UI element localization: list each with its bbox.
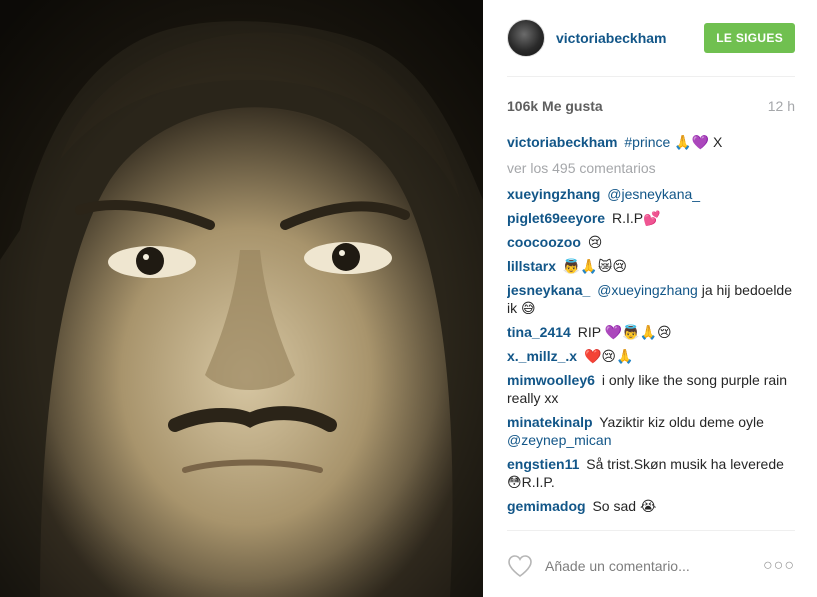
- comment-text: So sad 😭: [592, 498, 657, 514]
- comment-username[interactable]: xueyingzhang: [507, 186, 600, 202]
- post-header: victoriabeckham LE SIGUES: [507, 16, 795, 60]
- footer-divider: [507, 530, 795, 531]
- comment-mention[interactable]: @xueyingzhang: [597, 282, 698, 298]
- comment-username[interactable]: x._millz_.x: [507, 348, 577, 364]
- comment-username[interactable]: engstien11: [507, 456, 579, 472]
- caption-hashtag[interactable]: #prince: [624, 134, 670, 150]
- more-dots-icon[interactable]: ○○○: [763, 557, 795, 575]
- comment-item: lillstarx 👼🙏😿😢: [507, 257, 797, 275]
- caption-emojis: 🙏💜: [674, 134, 710, 150]
- comment-input[interactable]: [545, 558, 763, 574]
- comment-text: 👼🙏😿😢: [562, 258, 627, 274]
- comment-item: piglet69eeyore R.I.P💕: [507, 209, 797, 227]
- comment-mention[interactable]: @zeynep_mican: [507, 432, 612, 448]
- post-meta: 106k Me gusta 12 h: [507, 97, 795, 115]
- comment-item: gemimadog So sad 😭: [507, 497, 797, 515]
- comment-username[interactable]: tina_2414: [507, 324, 571, 340]
- caption-tail: X: [712, 134, 723, 150]
- comments-list: victoriabeckham #prince 🙏💜 X ver los 495…: [507, 133, 797, 529]
- comment-item: x._millz_.x ❤️😢🙏: [507, 347, 797, 365]
- comment-item: jesneykana_ @xueyingzhang ja hij bedoeld…: [507, 281, 797, 317]
- header-divider: [507, 76, 795, 77]
- author-username[interactable]: victoriabeckham: [556, 30, 704, 46]
- comment-username[interactable]: mimwoolley6: [507, 372, 595, 388]
- post-footer: ○○○: [507, 549, 795, 583]
- comment-text: 😢: [587, 234, 603, 250]
- comment-item: tina_2414 RIP 💜👼🙏😢: [507, 323, 797, 341]
- comment-item: minatekinalp Yaziktir kiz oldu deme oyle…: [507, 413, 797, 449]
- avatar[interactable]: [507, 19, 545, 57]
- view-all-comments-link[interactable]: ver los 495 comentarios: [507, 159, 797, 177]
- likes-count[interactable]: 106k Me gusta: [507, 98, 603, 114]
- comment-username[interactable]: gemimadog: [507, 498, 586, 514]
- comment-item: mimwoolley6 i only like the song purple …: [507, 371, 797, 407]
- timestamp[interactable]: 12 h: [768, 98, 795, 114]
- comment-text: Yaziktir kiz oldu deme oyle: [599, 414, 764, 430]
- post-photo[interactable]: [0, 0, 483, 597]
- caption: victoriabeckham #prince 🙏💜 X: [507, 133, 797, 151]
- comment-item: xueyingzhang @jesneykana_: [507, 185, 797, 203]
- comment-username[interactable]: minatekinalp: [507, 414, 593, 430]
- portrait-image: [0, 0, 483, 597]
- comment-item: engstien11 Så trist.Skøn musik ha levere…: [507, 455, 797, 491]
- post-panel: victoriabeckham LE SIGUES 106k Me gusta …: [483, 0, 817, 597]
- heart-icon[interactable]: [507, 554, 533, 578]
- comment-item: coocoozoo 😢: [507, 233, 797, 251]
- comment-username[interactable]: piglet69eeyore: [507, 210, 605, 226]
- comment-text: R.I.P💕: [611, 210, 661, 226]
- comment-username[interactable]: coocoozoo: [507, 234, 581, 250]
- following-button[interactable]: LE SIGUES: [704, 23, 795, 53]
- caption-username[interactable]: victoriabeckham: [507, 134, 618, 150]
- comment-username[interactable]: lillstarx: [507, 258, 556, 274]
- comment-text: ❤️😢🙏: [583, 348, 634, 364]
- comment-mention[interactable]: @jesneykana_: [607, 186, 700, 202]
- comment-username[interactable]: jesneykana_: [507, 282, 590, 298]
- comment-text: RIP 💜👼🙏😢: [577, 324, 672, 340]
